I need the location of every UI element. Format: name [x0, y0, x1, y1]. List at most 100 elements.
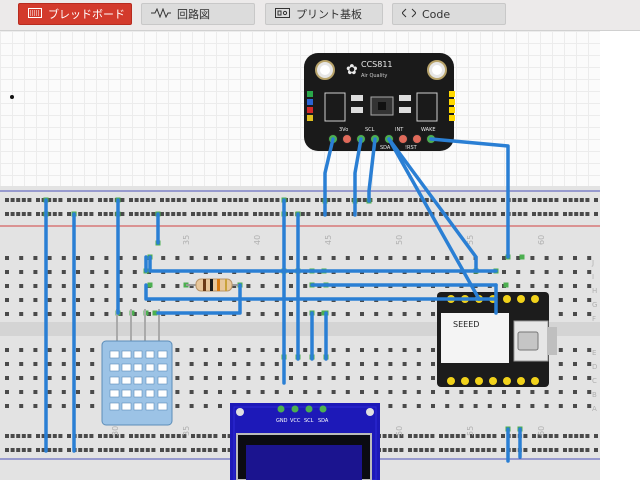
rail-hole	[89, 198, 94, 202]
rail-hole	[264, 212, 269, 216]
breadboard-hole	[303, 284, 308, 288]
rail-hole	[52, 434, 57, 438]
breadboard-hole	[416, 362, 421, 366]
breadboard-hole	[416, 404, 421, 408]
rail-hole	[222, 434, 226, 438]
breadboard-hole	[132, 284, 137, 288]
row-letter: D	[592, 363, 597, 371]
breadboard-hole	[345, 390, 350, 394]
rail-hole	[213, 198, 218, 202]
rail-hole	[83, 448, 88, 452]
rail-hole	[191, 434, 195, 438]
breadboard-hole	[303, 312, 308, 316]
breadboard-canvas[interactable]: 35 40 45 50 55 60 30 35 40 45 50 55 60 J…	[0, 31, 600, 480]
rail-hole	[537, 448, 542, 452]
oled-display[interactable]: GND VCC SCL SDA	[230, 403, 380, 480]
rail-hole	[191, 448, 195, 452]
rail-hole	[430, 434, 435, 438]
breadboard-hole	[61, 284, 66, 288]
rail-hole	[408, 448, 412, 452]
rail-hole	[134, 198, 139, 202]
tab-code[interactable]: Code	[392, 3, 506, 25]
rail-hole	[532, 212, 536, 216]
column-number: 50	[395, 426, 404, 436]
rail-hole	[196, 198, 201, 202]
breadboard-hole	[558, 284, 563, 288]
breadboard-hole	[260, 284, 265, 288]
breadboard-hole	[360, 390, 364, 394]
breadboard-hole	[19, 298, 24, 302]
sensor-title: CCS811	[361, 60, 393, 69]
breadboard-hole	[189, 404, 194, 408]
rail-hole	[594, 212, 598, 216]
rail-hole	[58, 434, 63, 438]
rail-hole	[58, 198, 63, 202]
rail-hole	[222, 198, 226, 202]
canvas-marker	[10, 95, 14, 99]
column-number: 35	[182, 426, 191, 436]
rail-hole	[568, 434, 573, 438]
breadboard-hole	[317, 348, 322, 352]
breadboard-hole	[573, 270, 577, 274]
breadboard-hole	[5, 404, 9, 408]
breadboard-hole	[530, 270, 535, 274]
breadboard-hole	[587, 404, 592, 408]
rail-hole	[563, 198, 567, 202]
breadboard-hole	[232, 376, 237, 380]
tab-schematic[interactable]: 回路図	[141, 3, 255, 25]
tab-breadboard[interactable]: ブレッドボード	[18, 3, 132, 25]
rail-hole	[357, 212, 362, 216]
rail-hole	[151, 198, 156, 202]
breadboard-hole	[218, 390, 222, 394]
breadboard-hole	[33, 348, 38, 352]
sensor-pin-label: 3Vo	[339, 127, 348, 133]
breadboard-hole	[218, 376, 222, 380]
breadboard-hole	[61, 312, 66, 316]
breadboard-hole	[104, 256, 109, 260]
breadboard-scene[interactable]: 35 40 45 50 55 60 30 35 40 45 50 55 60 J…	[0, 31, 600, 480]
breadboard-hole	[345, 376, 350, 380]
breadboard-hole	[203, 404, 208, 408]
breadboard-hole	[161, 284, 166, 288]
breadboard-hole	[5, 298, 9, 302]
tab-pcb[interactable]: プリント基板	[265, 3, 383, 25]
rail-hole	[568, 198, 573, 202]
rail-hole	[337, 212, 342, 216]
breadboard-hole	[33, 284, 38, 288]
breadboard-hole	[303, 362, 308, 366]
rail-hole	[182, 448, 187, 452]
schematic-icon	[151, 7, 171, 21]
breadboard-hole	[445, 390, 450, 394]
rail-hole	[89, 212, 94, 216]
pcb-icon	[275, 7, 290, 21]
rail-hole	[213, 434, 218, 438]
rail-hole	[238, 212, 243, 216]
rail-hole	[377, 198, 381, 202]
rail-hole	[548, 434, 553, 438]
breadboard-hole	[246, 256, 251, 260]
breadboard-hole	[5, 348, 9, 352]
ccs811-sensor-board[interactable]: CCS811 Air Quality ✿ 3Vo SCL INT WAKE SD…	[304, 53, 455, 151]
rail-hole	[72, 198, 77, 202]
breadboard-hole	[203, 256, 208, 260]
column-number: 40	[253, 235, 262, 245]
rail-hole	[439, 448, 443, 452]
rail-hole	[160, 434, 164, 438]
rail-hole	[202, 448, 207, 452]
oled-pin-label: SDA	[318, 418, 329, 424]
breadboard-hole	[374, 348, 379, 352]
rail-hole	[109, 448, 114, 452]
breadboard-hole	[189, 376, 194, 380]
sensor-pin-label: !RST	[405, 145, 418, 151]
rail-hole	[16, 434, 21, 438]
breadboard-hole	[76, 298, 80, 302]
rail-hole	[382, 434, 387, 438]
breadboard-hole	[530, 256, 535, 260]
rail-hole	[27, 198, 32, 202]
view-toolbar: ブレッドボード 回路図 プリント基板 Code	[0, 0, 640, 31]
rail-hole	[568, 448, 573, 452]
breadboard-hole	[19, 348, 24, 352]
breadboard-hole	[90, 270, 95, 274]
breadboard-hole	[573, 390, 577, 394]
rail-hole	[554, 198, 559, 202]
